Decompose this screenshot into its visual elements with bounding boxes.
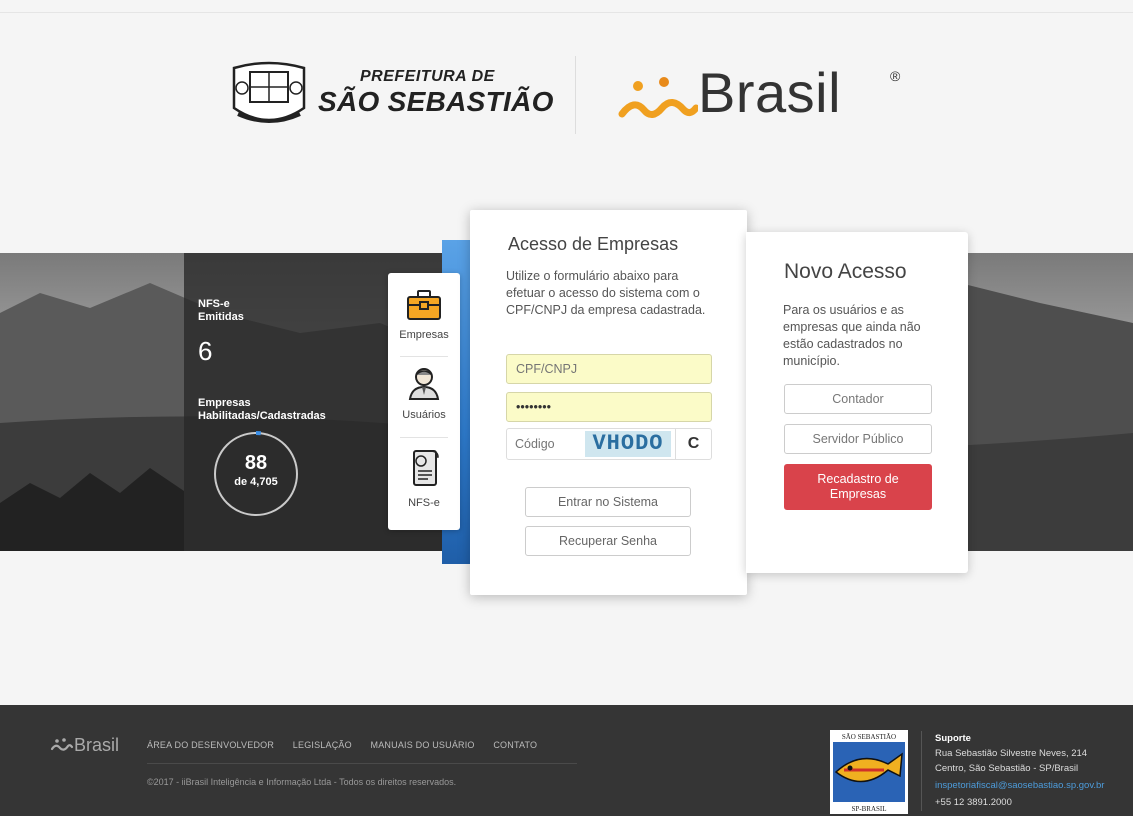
menu-item-usuarios[interactable]: Usuários — [388, 365, 460, 421]
empresas-label-line1: Empresas — [198, 397, 251, 409]
new-access-title: Novo Acesso — [784, 260, 907, 283]
support-title: Suporte — [935, 733, 971, 744]
new-access-description: Para os usuários e as empresas que ainda… — [783, 303, 921, 368]
top-rule — [0, 12, 1133, 13]
login-description: Utilize o formulário abaixo para efetuar… — [506, 269, 706, 317]
registered-mark: ® — [890, 68, 901, 84]
login-title: Acesso de Empresas — [508, 234, 679, 254]
captcha-row: VHODO C — [506, 428, 712, 460]
footer-links: ÁREA DO DESENVOLVEDOR LEGISLAÇÃO MANUAIS… — [147, 740, 553, 750]
menu-label-usuarios: Usuários — [402, 409, 446, 421]
menu-separator — [400, 356, 448, 357]
header: PREFEITURA DE SÃO SEBASTIÃO Brasil ® — [0, 40, 1133, 150]
access-type-menu: Empresas Usuários NFS-e — [388, 273, 460, 530]
refresh-captcha-icon[interactable]: C — [675, 429, 711, 459]
footer-logo: Brasil — [50, 735, 119, 756]
brasil-logo-text: Brasil — [698, 61, 842, 124]
footer: Brasil ÁREA DO DESENVOLVEDOR LEGISLAÇÃO … — [0, 705, 1133, 816]
recadastro-label-line2: Empresas — [829, 487, 887, 501]
new-access-card: Novo Acesso Para os usuários e as empres… — [746, 232, 968, 573]
brasil-logo: Brasil ® — [618, 61, 918, 132]
empresas-label: Empresas Habilitadas/Cadastradas — [198, 397, 326, 423]
footer-vertical-divider — [921, 731, 922, 811]
user-icon — [408, 368, 440, 400]
footer-link-contato[interactable]: CONTATO — [493, 740, 537, 750]
support-email-link[interactable]: inspetoriafiscal@saosebastiao.sp.gov.br — [935, 778, 1104, 793]
brasil-logo-icon — [618, 77, 698, 118]
prefeitura-small: PREFEITURA DE — [360, 68, 495, 85]
document-icon — [413, 450, 439, 486]
menu-label-nfse: NFS-e — [408, 497, 440, 509]
footer-logo-text: Brasil — [74, 735, 120, 755]
sao-sebastiao-seal-icon: SÃO SEBASTIÃO SP-BRASIL — [830, 730, 908, 814]
nfse-label-line1: NFS-e — [198, 298, 230, 310]
support-address-1: Rua Sebastião Silvestre Neves, 214 — [935, 748, 1088, 759]
seal-bottom-text: SP-BRASIL — [851, 805, 886, 813]
footer-logo-icon — [50, 738, 74, 751]
footer-link-manuais[interactable]: MANUAIS DO USUÁRIO — [371, 740, 475, 750]
support-address-2: Centro, São Sebastião - SP/Brasil — [935, 763, 1079, 774]
support-info: Suporte Rua Sebastião Silvestre Neves, 2… — [935, 731, 1104, 810]
nfse-value: 6 — [198, 336, 213, 366]
footer-link-legislacao[interactable]: LEGISLAÇÃO — [293, 740, 352, 750]
footer-link-desenvolvedor[interactable]: ÁREA DO DESENVOLVEDOR — [147, 740, 274, 750]
menu-separator — [400, 437, 448, 438]
menu-item-nfse[interactable]: NFS-e — [388, 449, 460, 509]
briefcase-icon — [407, 290, 441, 320]
nfse-label-line2: Emitidas — [198, 311, 244, 323]
menu-item-empresas[interactable]: Empresas — [388, 289, 460, 341]
contador-button[interactable]: Contador — [784, 384, 932, 414]
enter-system-button[interactable]: Entrar no Sistema — [525, 487, 691, 517]
servidor-publico-button[interactable]: Servidor Público — [784, 424, 932, 454]
footer-divider — [147, 763, 577, 764]
header-divider — [575, 56, 576, 134]
empresas-value: 88 — [244, 452, 268, 474]
footer-copyright: ©2017 - iiBrasil Inteligência e Informaç… — [147, 777, 457, 787]
empresas-label-line2: Habilitadas/Cadastradas — [198, 410, 326, 422]
prefeitura-logo: PREFEITURA DE SÃO SEBASTIÃO — [318, 68, 553, 128]
password-input[interactable] — [506, 392, 712, 422]
cpf-cnpj-input[interactable] — [506, 354, 712, 384]
recover-password-button[interactable]: Recuperar Senha — [525, 526, 691, 556]
recadastro-empresas-button[interactable]: Recadastro de Empresas — [784, 464, 932, 510]
nfse-label: NFS-e Emitidas — [198, 298, 244, 324]
seal-top-text: SÃO SEBASTIÃO — [842, 733, 896, 741]
prefeitura-big: SÃO SEBASTIÃO — [318, 86, 554, 117]
city-seal-icon — [232, 61, 306, 123]
captcha-image: VHODO — [585, 431, 671, 457]
recadastro-label-line1: Recadastro de — [817, 472, 899, 486]
captcha-code-input[interactable] — [507, 429, 583, 459]
empresas-total: de 4,705 — [234, 476, 278, 488]
menu-label-empresas: Empresas — [399, 329, 449, 341]
support-phone: +55 12 3891.2000 — [935, 797, 1012, 808]
